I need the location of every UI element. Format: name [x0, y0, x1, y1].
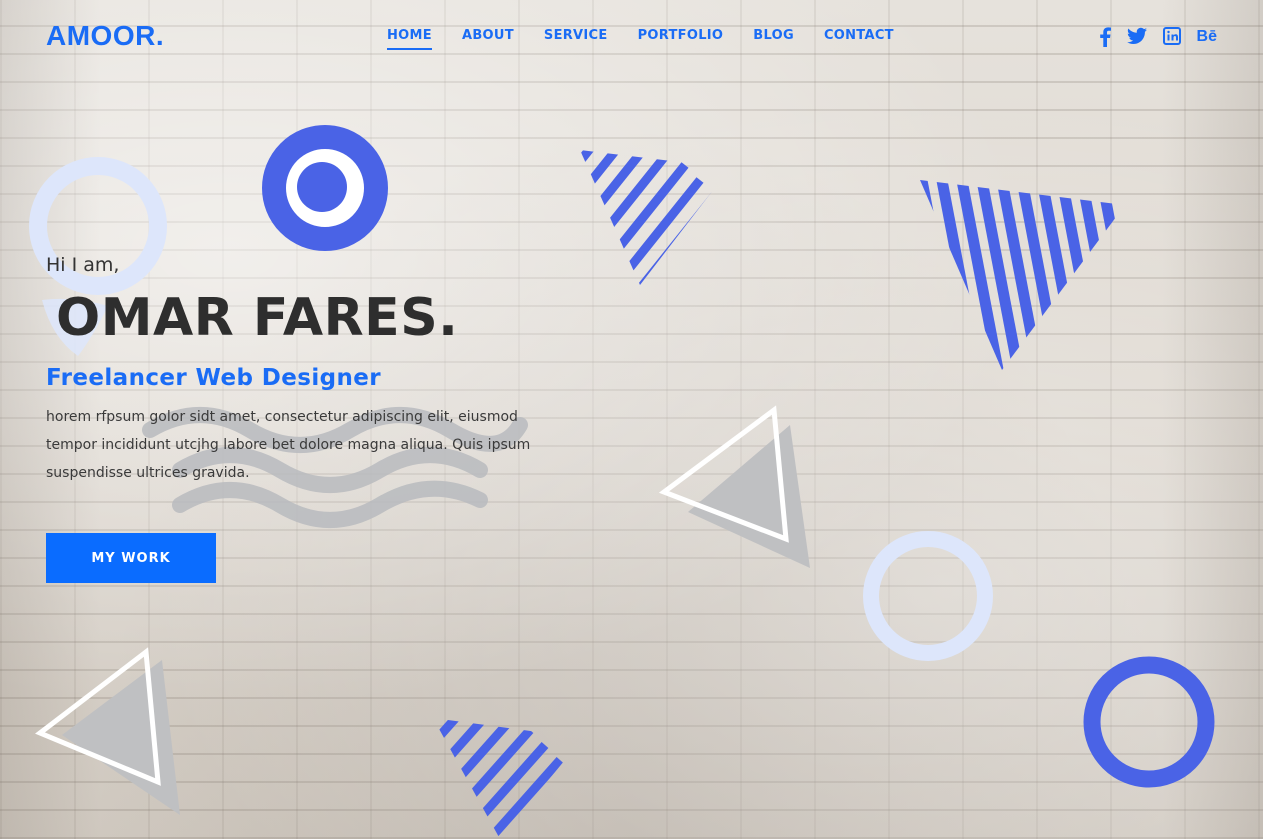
blue-ring-shape	[1083, 656, 1215, 788]
hero-role: Freelancer Web Designer	[46, 365, 382, 392]
facebook-icon[interactable]	[1099, 27, 1111, 47]
hero-bio: horem rfpsum golor sidt amet, consectetu…	[46, 409, 531, 482]
social-links: Bē	[1083, 27, 1217, 47]
striped-triangle-shape	[580, 150, 730, 285]
nav-item-blog[interactable]: BLOG	[753, 28, 794, 50]
behance-icon[interactable]: Bē	[1197, 27, 1217, 47]
main-nav: HOME ABOUT SERVICE PORTFOLIO BLOG CONTAC…	[387, 28, 924, 50]
grey-triangle-shape	[688, 425, 810, 568]
light-ring-shape	[863, 531, 993, 661]
nav-item-portfolio[interactable]: PORTFOLIO	[638, 28, 724, 50]
nav-item-contact[interactable]: CONTACT	[824, 28, 894, 50]
site-header: AMOOR. HOME ABOUT SERVICE PORTFOLIO BLOG…	[0, 0, 1263, 76]
my-work-button[interactable]: MY WORK	[46, 533, 216, 583]
nav-item-about[interactable]: ABOUT	[462, 28, 514, 50]
hero-section: Hi I am, OMAR FARES. Freelancer Web Desi…	[46, 254, 566, 487]
striped-triangle-shape	[920, 180, 1125, 370]
striped-triangle-shape	[433, 718, 583, 839]
grey-triangle-shape	[62, 660, 180, 815]
hero-greeting: Hi I am,	[46, 254, 120, 276]
twitter-icon[interactable]	[1126, 27, 1147, 47]
hero-name: OMAR FARES.	[56, 288, 459, 348]
nav-item-service[interactable]: SERVICE	[544, 28, 608, 50]
logo[interactable]: AMOOR.	[46, 20, 164, 52]
nav-item-home[interactable]: HOME	[387, 28, 432, 50]
linkedin-icon[interactable]	[1162, 27, 1181, 47]
